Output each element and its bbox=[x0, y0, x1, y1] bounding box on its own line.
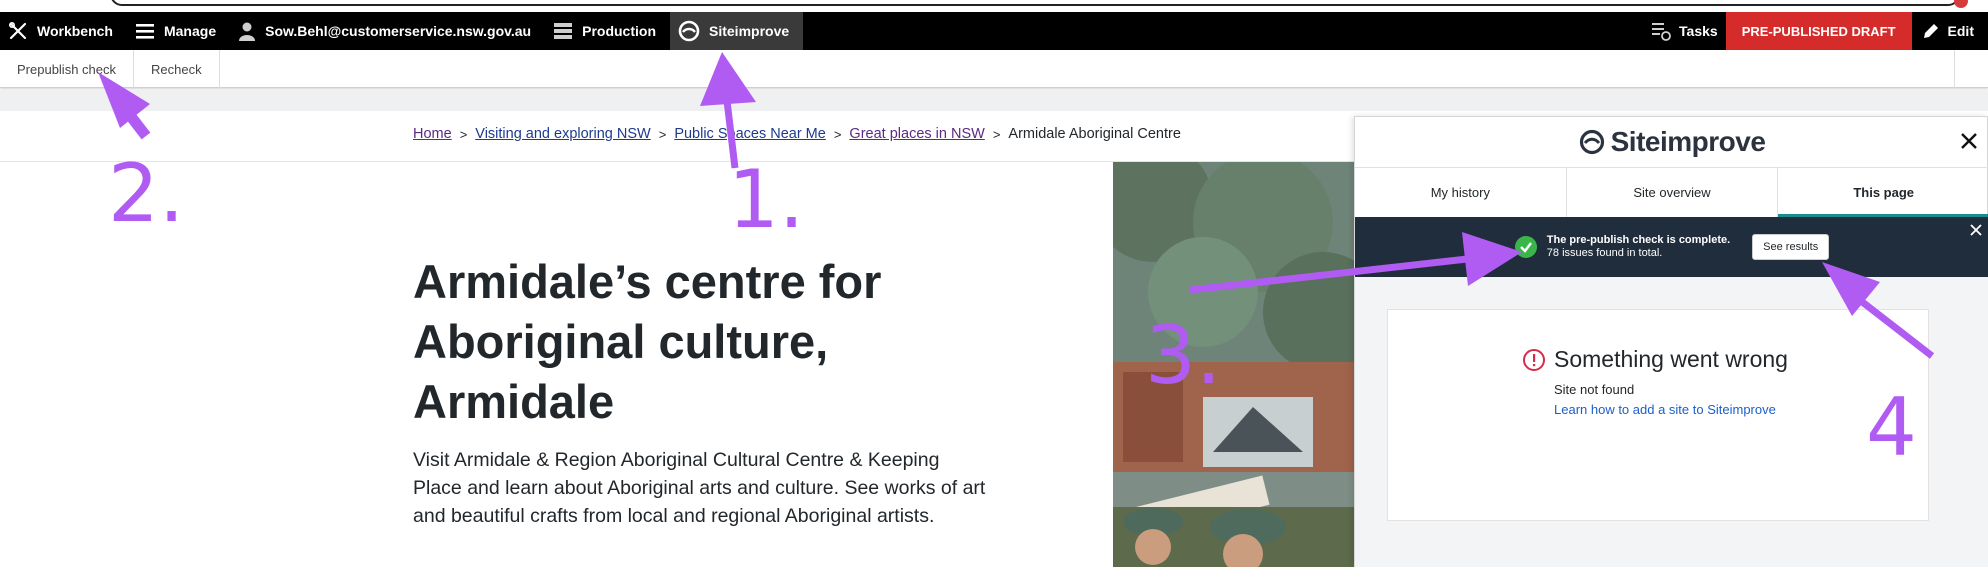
error-subtitle: Site not found bbox=[1554, 382, 1635, 397]
siteimprove-logo-text: Siteimprove bbox=[1610, 126, 1766, 157]
annotation-label-2: 2. bbox=[108, 147, 185, 240]
hamburger-icon bbox=[135, 24, 154, 39]
annotation-label-4: 4 bbox=[1866, 381, 1917, 474]
toolbar-workbench-label: Workbench bbox=[37, 23, 113, 39]
error-card: Something went wrong Site not found Lear… bbox=[1387, 309, 1929, 521]
breadcrumb-separator: > bbox=[658, 126, 667, 142]
siteimprove-icon bbox=[678, 20, 700, 42]
browser-badge-icon bbox=[1954, 0, 1968, 8]
error-heading: Something went wrong bbox=[1522, 346, 1788, 373]
toolbar-user-label: Sow.Behl@customerservice.nsw.gov.au bbox=[265, 23, 532, 39]
status-badge: PRE-PUBLISHED DRAFT bbox=[1725, 12, 1912, 50]
server-icon bbox=[554, 23, 573, 39]
close-icon[interactable] bbox=[1957, 129, 1981, 153]
toolbar-manage-label: Manage bbox=[163, 23, 217, 39]
breadcrumb-separator: > bbox=[833, 126, 842, 142]
browser-address-bar-edge bbox=[0, 0, 1988, 12]
toolbar-right-group: Tasks PRE-PUBLISHED DRAFT Edit bbox=[1643, 12, 1988, 50]
tray-collapse-button[interactable] bbox=[1954, 50, 1988, 88]
page-header-shadow bbox=[0, 89, 1988, 111]
siteimprove-tray: Prepublish check Recheck bbox=[0, 50, 1988, 88]
breadcrumb: Home > Visiting and exploring NSW > Publ… bbox=[413, 126, 1181, 142]
check-circle-icon bbox=[1514, 236, 1537, 258]
tab-my-history[interactable]: My history bbox=[1355, 168, 1567, 217]
screenshot: Workbench Manage Sow.Behl@customerservic… bbox=[0, 0, 1988, 567]
page-title: Armidale’s centre for Aboriginal culture… bbox=[413, 255, 882, 428]
toolbar-siteimprove-label: Siteimprove bbox=[709, 23, 790, 39]
error-icon bbox=[1523, 348, 1545, 371]
prepublish-complete-banner: The pre-publish check is complete. 78 is… bbox=[1355, 217, 1988, 277]
siteimprove-panel: Siteimprove My history Site overview Thi… bbox=[1354, 116, 1988, 567]
error-title: Something went wrong bbox=[1554, 346, 1788, 372]
banner-line1: The pre-publish check is complete. bbox=[1546, 234, 1731, 246]
toolbar-manage[interactable]: Manage bbox=[127, 12, 230, 50]
siteimprove-logo-icon bbox=[1579, 129, 1604, 155]
address-bar[interactable] bbox=[110, 0, 1960, 6]
toolbar-user[interactable]: Sow.Behl@customerservice.nsw.gov.au bbox=[230, 12, 545, 50]
siteimprove-tabs: My history Site overview This page bbox=[1355, 167, 1988, 217]
prepublish-check-button[interactable]: Prepublish check bbox=[0, 50, 134, 88]
toolbar-production-label: Production bbox=[582, 23, 656, 39]
toolbar-siteimprove[interactable]: Siteimprove bbox=[670, 12, 804, 50]
user-icon bbox=[239, 22, 256, 41]
banner-line2: 78 issues found in total. bbox=[1546, 247, 1663, 259]
annotation-label-1: 1. bbox=[728, 153, 805, 246]
toolbar-edit-label: Edit bbox=[1947, 23, 1974, 39]
breadcrumb-public-spaces[interactable]: Public Spaces Near Me bbox=[674, 126, 826, 142]
admin-toolbar: Workbench Manage Sow.Behl@customerservic… bbox=[0, 12, 1988, 50]
annotation-label-3: 3. bbox=[1145, 309, 1222, 402]
breadcrumb-separator: > bbox=[992, 126, 1001, 142]
tasks-icon bbox=[1652, 23, 1671, 41]
add-site-link[interactable]: Learn how to add a site to Siteimprove bbox=[1554, 402, 1776, 417]
toolbar-edit[interactable]: Edit bbox=[1912, 12, 1988, 50]
banner-text: The pre-publish check is complete. 78 is… bbox=[1547, 234, 1730, 260]
banner-close-icon[interactable] bbox=[1969, 223, 1985, 239]
breadcrumb-separator: > bbox=[459, 126, 468, 142]
toolbar-workbench[interactable]: Workbench bbox=[0, 12, 127, 50]
siteimprove-panel-header: Siteimprove bbox=[1355, 117, 1988, 167]
see-results-button[interactable]: See results bbox=[1752, 234, 1830, 260]
breadcrumb-home[interactable]: Home bbox=[413, 126, 452, 142]
breadcrumb-great-places[interactable]: Great places in NSW bbox=[849, 126, 984, 142]
breadcrumb-current: Armidale Aboriginal Centre bbox=[1008, 126, 1181, 142]
page-intro: Visit Armidale & Region Aboriginal Cultu… bbox=[413, 449, 986, 527]
toolbar-tasks-label: Tasks bbox=[1679, 23, 1718, 39]
toolbar-tasks[interactable]: Tasks bbox=[1643, 12, 1726, 50]
workbench-icon bbox=[8, 21, 27, 40]
siteimprove-logo: Siteimprove bbox=[1579, 126, 1766, 158]
breadcrumb-visiting[interactable]: Visiting and exploring NSW bbox=[475, 126, 650, 142]
tab-site-overview[interactable]: Site overview bbox=[1567, 168, 1779, 217]
pencil-icon bbox=[1923, 24, 1938, 38]
recheck-button[interactable]: Recheck bbox=[134, 50, 220, 88]
toolbar-production[interactable]: Production bbox=[545, 12, 670, 50]
tab-this-page[interactable]: This page bbox=[1778, 168, 1988, 217]
